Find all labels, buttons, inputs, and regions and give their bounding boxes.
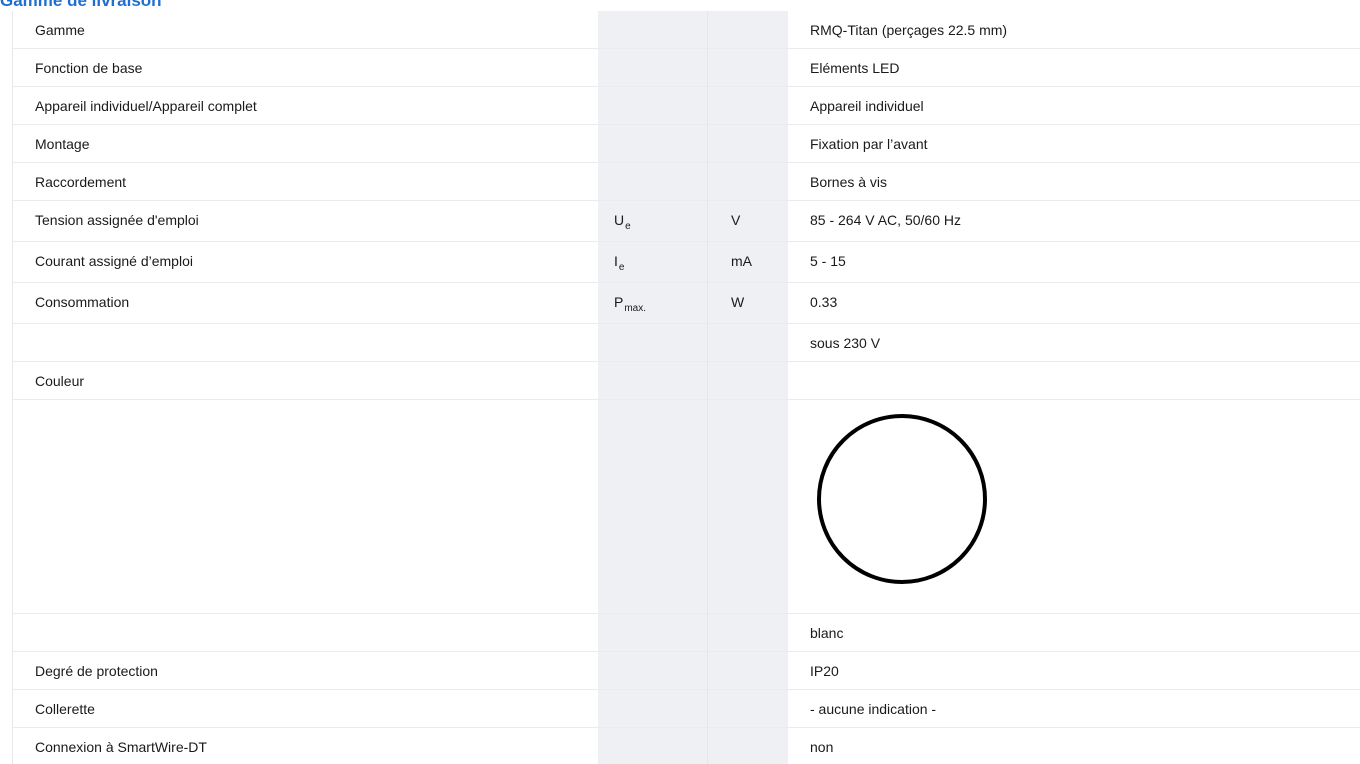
table-row: Appareil individuel/Appareil complet App… <box>13 87 1360 125</box>
table-row: Couleur <box>13 362 1360 400</box>
row-value: blanc <box>810 625 844 641</box>
row-symbol <box>598 324 708 361</box>
row-value: 85 - 264 V AC, 50/60 Hz <box>810 212 961 228</box>
symbol-subscript: e <box>625 221 631 232</box>
row-symbol <box>598 728 708 764</box>
table-row: Fonction de base Eléments LED <box>13 49 1360 87</box>
row-label <box>13 324 598 361</box>
table-row: Montage Fixation par l’avant <box>13 125 1360 163</box>
table-row: Gamme RMQ-Titan (perçages 22.5 mm) <box>13 11 1360 49</box>
row-unit <box>708 400 788 613</box>
row-unit <box>708 125 788 162</box>
row-value <box>788 400 1360 613</box>
row-unit <box>708 11 788 48</box>
table-row: sous 230 V <box>13 324 1360 362</box>
row-symbol <box>598 11 708 48</box>
row-label: Gamme <box>35 22 85 38</box>
row-unit <box>708 728 788 764</box>
row-value: Bornes à vis <box>810 174 888 190</box>
table-row-color-illustration <box>13 400 1360 614</box>
symbol-subscript: e <box>618 262 625 273</box>
row-symbol <box>598 163 708 200</box>
symbol-text: I <box>614 253 618 269</box>
row-unit <box>708 163 788 200</box>
table-row: Raccordement Bornes à vis <box>13 163 1360 201</box>
specification-table: Gamme RMQ-Titan (perçages 22.5 mm) Fonct… <box>12 11 1360 764</box>
row-symbol <box>598 652 708 689</box>
row-label: Collerette <box>35 701 95 717</box>
table-row: Collerette - aucune indication - <box>13 690 1360 728</box>
row-label <box>13 614 598 651</box>
row-unit: mA <box>708 242 788 282</box>
row-unit <box>708 49 788 86</box>
row-label: Couleur <box>35 373 85 389</box>
row-symbol <box>598 400 708 613</box>
row-value: sous 230 V <box>810 335 881 351</box>
row-value: Eléments LED <box>810 60 900 76</box>
row-unit <box>708 690 788 727</box>
row-value: Appareil individuel <box>810 98 924 114</box>
table-row: Consommation Pmax. W 0.33 <box>13 283 1360 324</box>
row-value: non <box>810 739 834 755</box>
row-value: - aucune indication - <box>810 701 937 717</box>
row-label: Raccordement <box>35 174 127 190</box>
row-label: Degré de protection <box>35 663 158 679</box>
white-circle-color-icon <box>817 414 987 584</box>
row-label: Montage <box>35 136 90 152</box>
row-label: Connexion à SmartWire-DT <box>35 739 207 755</box>
symbol-text: U <box>614 212 625 228</box>
row-label: Courant assigné d’emploi <box>35 253 193 269</box>
row-unit <box>708 614 788 651</box>
row-label: Appareil individuel/Appareil complet <box>35 98 257 114</box>
row-unit <box>708 324 788 361</box>
row-label: Consommation <box>35 294 130 310</box>
table-row: blanc <box>13 614 1360 652</box>
symbol-text: P <box>614 294 624 310</box>
table-row: Tension assignée d'emploi Ue V 85 - 264 … <box>13 201 1360 242</box>
table-row: Degré de protection IP20 <box>13 652 1360 690</box>
row-value: RMQ-Titan (perçages 22.5 mm) <box>810 22 1008 38</box>
row-value: 0.33 <box>810 294 838 310</box>
row-unit <box>708 652 788 689</box>
product-data-page: Gamme de livraison Gamme RMQ-Titan (perç… <box>0 0 1360 764</box>
row-unit <box>708 87 788 124</box>
row-label <box>13 400 598 613</box>
row-unit: V <box>708 201 788 241</box>
row-symbol <box>598 87 708 124</box>
row-value <box>788 362 1360 399</box>
row-symbol <box>598 125 708 162</box>
row-symbol: Pmax. <box>598 283 708 323</box>
row-value: 5 - 15 <box>810 253 846 269</box>
row-symbol <box>598 614 708 651</box>
row-symbol: Ie <box>598 242 708 282</box>
row-symbol <box>598 49 708 86</box>
row-label: Fonction de base <box>35 60 143 76</box>
row-unit: W <box>708 283 788 323</box>
table-row: Courant assigné d’emploi Ie mA 5 - 15 <box>13 242 1360 283</box>
section-title: Gamme de livraison <box>0 0 162 10</box>
symbol-subscript: max. <box>624 303 647 314</box>
row-symbol <box>598 690 708 727</box>
row-symbol <box>598 362 708 399</box>
row-unit <box>708 362 788 399</box>
row-symbol: Ue <box>598 201 708 241</box>
row-value: IP20 <box>810 663 839 679</box>
row-value: Fixation par l’avant <box>810 136 928 152</box>
row-label: Tension assignée d'emploi <box>35 212 199 228</box>
table-row: Connexion à SmartWire-DT non <box>13 728 1360 764</box>
